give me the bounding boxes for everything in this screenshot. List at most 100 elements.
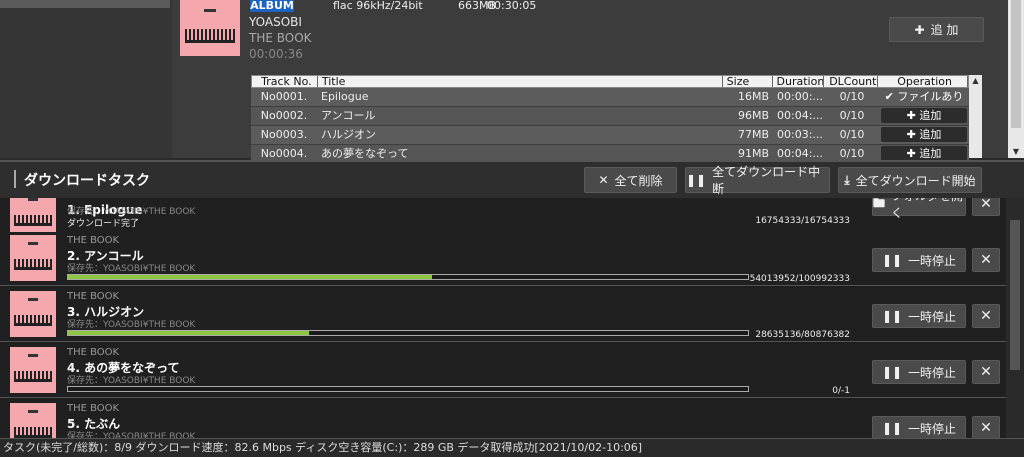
plus-icon: ✚ — [906, 128, 920, 141]
track-duration: 00:03:... — [777, 128, 823, 141]
task-bytes: 0/-1 — [832, 386, 850, 396]
check-icon: ✔ — [884, 90, 898, 103]
pause-task-button[interactable]: ❚❚ 一時停止 — [872, 416, 966, 438]
remove-task-button[interactable]: ✕ — [972, 248, 1000, 272]
pause-task-button[interactable]: ❚❚ 一時停止 — [872, 248, 966, 272]
track-no: No0003. — [260, 128, 308, 141]
folder-icon: 🖿 — [873, 198, 886, 210]
album-pane-scrollbar[interactable]: ▼ — [1008, 0, 1024, 158]
task-progress-bar — [67, 386, 749, 392]
track-duration: 00:00:... — [777, 90, 823, 103]
track-table: Track No. Title Size Duration DLCount Op… — [251, 75, 969, 164]
track-row[interactable]: No0003. ハルジオン 77MB 00:03:... 0/10 ✚ 追加 — [251, 126, 969, 145]
track-title: アンコール — [321, 109, 376, 122]
track-no: No0002. — [260, 109, 308, 122]
close-icon: ✕ — [980, 364, 992, 380]
scroll-up-icon[interactable]: ▲ — [969, 75, 982, 87]
col-duration[interactable]: Duration — [773, 76, 825, 87]
col-dlcount[interactable]: DLCount — [824, 76, 879, 87]
album-badge: ALBUM — [250, 0, 294, 12]
download-task-list: 1. Epilogue 保存先：YOASOBI¥THE BOOK ダウンロード完… — [0, 198, 1006, 438]
remove-task-button[interactable]: ✕ — [972, 198, 1000, 216]
task-item: THE BOOK 3. ハルジオン 保存先：YOASOBI¥THE BOOK 2… — [0, 288, 1006, 342]
album-time: 00:00:36 — [249, 47, 303, 61]
add-track-button[interactable]: ✚ 追加 — [881, 127, 967, 142]
col-size[interactable]: Size — [723, 76, 773, 87]
task-bytes: 28635136/80876382 — [755, 330, 850, 340]
task-cover-image — [10, 291, 56, 337]
download-icon: ⤓ — [844, 172, 850, 187]
album-length: 00:30:05 — [487, 0, 537, 12]
scroll-down-icon[interactable]: ▼ — [1008, 147, 1024, 156]
add-track-label: 追加 — [919, 109, 942, 122]
album-list-selected-item[interactable] — [0, 0, 170, 8]
pause-task-button[interactable]: ❚❚ 一時停止 — [872, 360, 966, 384]
add-track-button[interactable]: ✚ 追加 — [881, 108, 967, 123]
album-format: flac 96kHz/24bit — [333, 0, 423, 12]
album-cover-image — [180, 0, 240, 56]
open-folder-label: フォルダを開く — [891, 198, 963, 220]
track-duration: 00:04:... — [777, 109, 823, 122]
album-artist: YOASOBI — [249, 15, 302, 29]
col-track-no[interactable]: Track No. — [252, 76, 318, 87]
task-bytes: 16754333/16754333 — [755, 216, 850, 226]
scrollbar-thumb[interactable] — [1011, 0, 1021, 128]
pause-task-button[interactable]: ❚❚ 一時停止 — [872, 304, 966, 328]
task-status: ダウンロード完了 — [67, 219, 140, 229]
track-dlcount: 0/10 — [839, 90, 865, 103]
add-track-label: 追加 — [919, 147, 942, 160]
track-title: Epilogue — [321, 90, 369, 103]
track-table-body: No0001. Epilogue 16MB 00:00:... 0/10 ✔ フ… — [251, 88, 969, 164]
task-progress-fill — [68, 331, 309, 335]
task-list-scrollbar[interactable] — [1006, 198, 1024, 438]
track-no: No0001. — [260, 90, 308, 103]
plus-icon: ✚ — [906, 147, 920, 160]
remove-task-button[interactable]: ✕ — [972, 416, 1000, 438]
track-table-scrollbar[interactable]: ▲ — [969, 75, 982, 158]
track-row[interactable]: No0001. Epilogue 16MB 00:00:... 0/10 ✔ フ… — [251, 88, 969, 107]
task-album: THE BOOK — [67, 403, 120, 414]
pause-icon: ❚❚ — [686, 173, 707, 187]
task-progress-bar — [67, 330, 749, 336]
album-list-sidebar[interactable] — [0, 0, 173, 158]
close-icon: ✕ — [980, 308, 992, 324]
task-destination: 保存先：YOASOBI¥THE BOOK — [67, 432, 196, 438]
close-icon: ✕ — [980, 198, 992, 212]
pause-icon: ❚❚ — [881, 309, 903, 323]
remove-task-button[interactable]: ✕ — [972, 304, 1000, 328]
file-exists-label: ファイルあり — [897, 90, 964, 103]
task-destination: 保存先：YOASOBI¥THE BOOK — [67, 320, 196, 330]
col-title[interactable]: Title — [318, 76, 723, 87]
track-size: 96MB — [737, 109, 769, 122]
pause-all-button[interactable]: ❚❚ 全てダウンロード中断 — [685, 165, 830, 196]
delete-all-button[interactable]: ✕ 全て削除 — [584, 167, 677, 193]
add-track-button[interactable]: ✚ 追加 — [881, 146, 967, 161]
remove-task-button[interactable]: ✕ — [972, 360, 1000, 384]
task-album: THE BOOK — [67, 347, 120, 358]
x-icon: ✕ — [598, 173, 609, 187]
task-album: THE BOOK — [67, 235, 120, 246]
plus-icon: ✚ — [906, 109, 920, 122]
task-destination: 保存先：YOASOBI¥THE BOOK — [67, 376, 196, 386]
section-marker — [14, 170, 16, 188]
pause-task-label: 一時停止 — [908, 253, 957, 268]
file-exists-indicator: ✔ ファイルあり — [879, 88, 969, 106]
task-progress-bar — [67, 274, 749, 280]
pause-task-label: 一時停止 — [908, 309, 957, 324]
task-item: THE BOOK 4. あの夢をなぞって 保存先：YOASOBI¥THE BOO… — [0, 344, 1006, 398]
track-dlcount: 0/10 — [839, 109, 865, 122]
delete-all-label: 全て削除 — [614, 173, 663, 188]
col-operation[interactable]: Operation — [878, 76, 968, 87]
task-cover-image — [10, 347, 56, 393]
open-folder-button[interactable]: 🖿 フォルダを開く — [872, 198, 966, 220]
add-track-label: 追加 — [919, 128, 942, 141]
add-album-button[interactable]: ✚ 追 加 — [889, 17, 984, 42]
plus-icon: ✚ — [914, 22, 925, 37]
task-item: THE BOOK 5. たぶん 保存先：YOASOBI¥THE BOOK ❚❚ … — [0, 400, 1006, 438]
track-row[interactable]: No0002. アンコール 96MB 00:04:... 0/10 ✚ 追加 — [251, 107, 969, 126]
start-all-button[interactable]: ⤓ 全てダウンロード開始 — [838, 167, 982, 193]
download-task-title: ダウンロードタスク — [24, 173, 150, 189]
scrollbar-thumb[interactable] — [1010, 220, 1020, 370]
task-progress-fill — [68, 275, 432, 279]
track-dlcount: 0/10 — [839, 128, 865, 141]
